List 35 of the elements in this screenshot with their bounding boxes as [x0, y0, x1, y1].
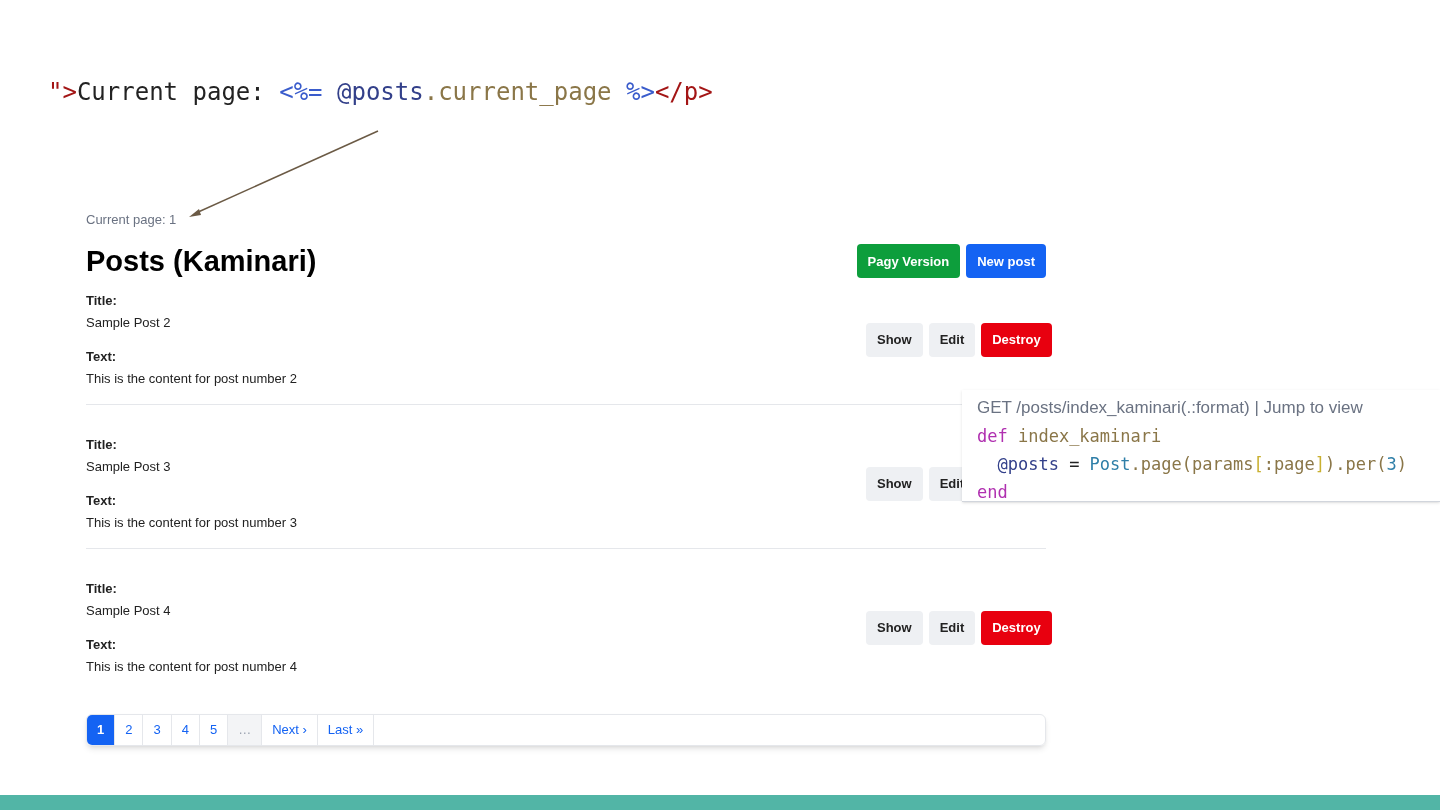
post-text: This is the content for post number 2 — [86, 370, 297, 388]
post-text: This is the content for post number 4 — [86, 658, 297, 676]
page-link[interactable]: 3 — [143, 715, 172, 745]
action-button[interactable]: Show — [866, 466, 923, 501]
post-text: This is the content for post number 3 — [86, 514, 297, 532]
post-title: Sample Post 3 — [86, 458, 172, 476]
action-button[interactable]: Show — [866, 610, 923, 645]
action-button[interactable]: Pagy Version — [856, 244, 961, 279]
action-button[interactable]: Show — [866, 322, 923, 357]
action-button[interactable]: Edit — [928, 610, 976, 645]
page-link[interactable]: Last » — [317, 715, 375, 745]
action-button[interactable]: New post — [966, 244, 1046, 279]
page-link[interactable]: Next › — [262, 715, 318, 745]
field-label: Text: — [86, 636, 118, 654]
page-link[interactable]: 1 — [87, 715, 116, 745]
page-link[interactable]: 2 — [115, 715, 144, 745]
field-label: Title: — [86, 436, 118, 454]
post-title: Sample Post 4 — [86, 602, 172, 620]
page-heading: Posts (Kaminari) — [86, 243, 317, 279]
code-line: @posts = Post.page(params[:page]).per(3) — [996, 453, 1408, 476]
field-label: Title: — [86, 292, 118, 310]
action-button[interactable]: Edit — [928, 322, 976, 357]
code-line: def index_kaminari — [977, 425, 1163, 448]
action-button[interactable]: Destroy — [981, 610, 1052, 645]
action-button[interactable]: Destroy — [981, 322, 1052, 357]
post-title: Sample Post 2 — [86, 314, 172, 332]
field-label: Text: — [86, 492, 118, 510]
code-line: end — [977, 481, 1009, 504]
page-link[interactable]: 4 — [171, 715, 200, 745]
pagination-gap: … — [228, 715, 263, 745]
route-hint: GET /posts/index_kaminari(.:format) | Jump to view — [977, 397, 1364, 419]
code-snippet: ">Current page: <%= @posts.current_page %></p> — [48, 77, 713, 108]
field-label: Text: — [86, 348, 118, 366]
field-label: Title: — [86, 580, 118, 598]
current-page-text: Current page: 1 — [86, 211, 178, 229]
